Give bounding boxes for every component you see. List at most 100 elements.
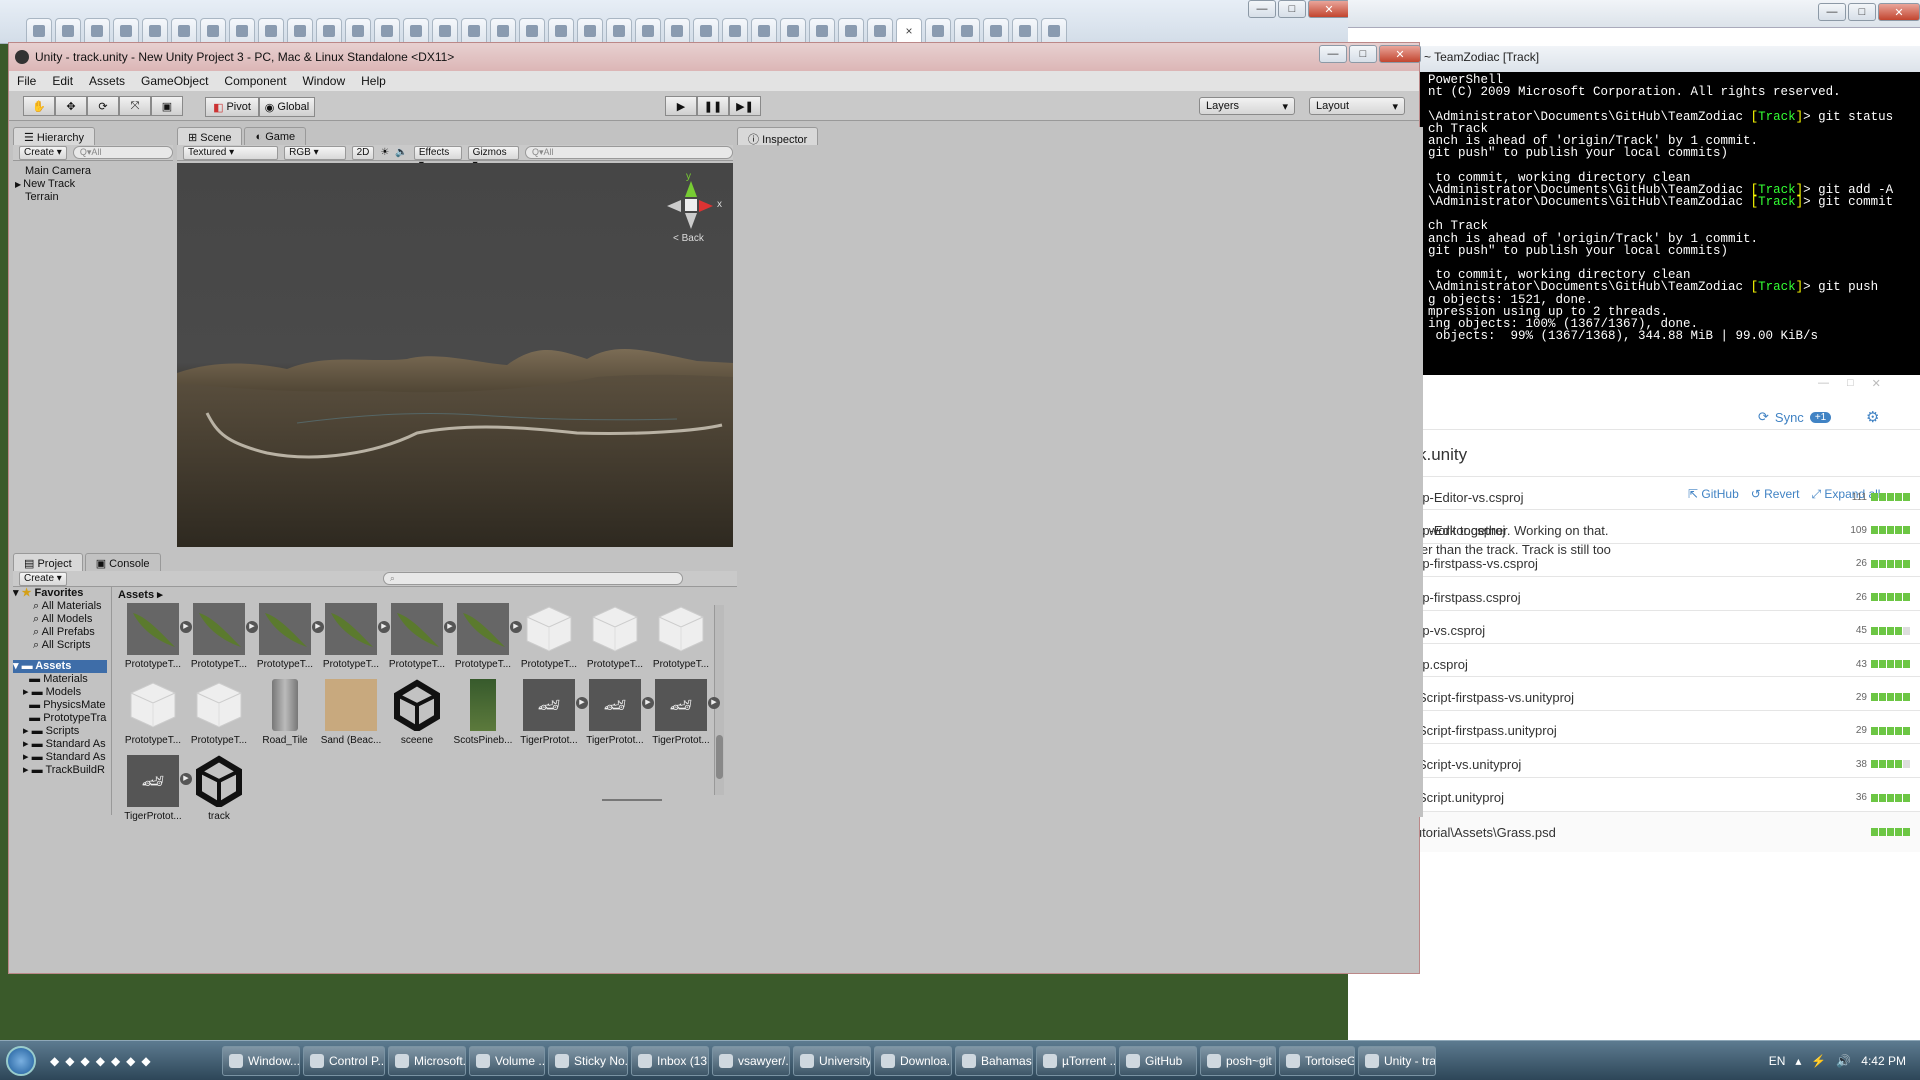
browser-tab[interactable] [490, 18, 516, 42]
folder-item[interactable]: ▸ ▬ TrackBuildR [13, 764, 107, 777]
folder-item[interactable]: ▬ PrototypeTra [13, 712, 107, 725]
menu-window[interactable]: Window [294, 71, 353, 91]
folder-item[interactable]: ▬ PhysicsMate [13, 699, 107, 712]
maximize-icon[interactable]: □ [1349, 45, 1377, 63]
minimize-icon[interactable]: — [1319, 45, 1347, 63]
browser-tab[interactable] [983, 18, 1009, 42]
effects-dropdown[interactable]: Effects ▾ [413, 145, 462, 170]
browser-tab[interactable] [461, 18, 487, 42]
browser-tab[interactable] [432, 18, 458, 42]
asset-item[interactable]: PrototypeT... [186, 679, 252, 755]
hierarchy-search-input[interactable]: Q▾All [72, 146, 173, 159]
browser-tab[interactable] [548, 18, 574, 42]
browser-tab[interactable] [200, 18, 226, 42]
powershell-console[interactable]: PowerShell nt (C) 2009 Microsoft Corporat… [1348, 72, 1920, 375]
lighting-icon[interactable]: ☀ [380, 147, 389, 158]
close-icon[interactable]: ✕ [1878, 3, 1920, 21]
taskbar-item[interactable]: Sticky No... [548, 1045, 628, 1076]
expand-arrow-icon[interactable]: ▸ [23, 738, 32, 750]
asset-item[interactable]: PrototypeT... [582, 603, 648, 679]
minimize-icon[interactable]: — [1818, 377, 1829, 390]
orientation-gizmo[interactable]: y x < Back [667, 171, 727, 244]
quick-launch-icon[interactable]: ◆ [65, 1054, 74, 1068]
browser-tab[interactable]: × [896, 18, 922, 42]
asset-item[interactable]: 🏎 ▶ TigerProtot... [648, 679, 720, 755]
browser-tab[interactable] [55, 18, 81, 42]
browser-tab[interactable] [113, 18, 139, 42]
quick-launch-icon[interactable]: ◆ [96, 1054, 105, 1068]
menu-help[interactable]: Help [353, 71, 394, 91]
minimize-icon[interactable]: — [1248, 0, 1276, 18]
browser-tab[interactable] [809, 18, 835, 42]
channel-dropdown[interactable]: RGB ▾ [284, 145, 346, 160]
gizmos-dropdown[interactable]: Gizmos ▾ [467, 145, 519, 170]
taskbar-item[interactable]: posh~git ... [1200, 1045, 1276, 1076]
asset-item[interactable]: 🏎 ▶ TigerProtot... [582, 679, 654, 755]
assets-node[interactable]: ▾ ▬ Assets [13, 660, 107, 673]
asset-item[interactable]: Road_Tile [252, 679, 318, 755]
browser-tab[interactable] [1041, 18, 1067, 42]
close-icon[interactable]: ✕ [1872, 377, 1881, 390]
asset-item[interactable]: sceene [384, 679, 450, 755]
tray-arrow-icon[interactable]: ▴ [1795, 1054, 1801, 1068]
asset-item[interactable]: ▶ PrototypeT... [120, 603, 192, 679]
hierarchy-item[interactable]: Main Camera [13, 165, 173, 178]
language-indicator[interactable]: EN [1769, 1054, 1786, 1068]
taskbar-item[interactable]: Microsoft... [388, 1045, 466, 1076]
browser-tab[interactable] [867, 18, 893, 42]
expand-arrow-icon[interactable]: ▸ [23, 686, 32, 698]
icon-size-slider[interactable] [602, 799, 662, 805]
close-icon[interactable]: ✕ [1308, 0, 1350, 18]
settings-gear-icon[interactable]: ⚙ [1866, 408, 1879, 426]
expand-arrow-icon[interactable]: ▶ [15, 180, 21, 189]
folder-item[interactable]: ▸ ▬ Standard As [13, 738, 107, 751]
taskbar-item[interactable]: Unity - tra... [1358, 1045, 1436, 1076]
browser-tab[interactable] [606, 18, 632, 42]
browser-tab[interactable] [722, 18, 748, 42]
rect-tool-icon[interactable]: ▣ [151, 96, 183, 116]
browser-tab[interactable] [780, 18, 806, 42]
clock[interactable]: 4:42 PM [1861, 1054, 1906, 1068]
asset-item[interactable]: ▶ PrototypeT... [318, 603, 390, 679]
favorite-item[interactable]: ⌕ All Models [13, 613, 107, 626]
close-icon[interactable]: ✕ [1379, 45, 1421, 63]
expand-arrow-icon[interactable]: ▸ [23, 764, 32, 776]
taskbar-item[interactable]: GitHub [1119, 1045, 1197, 1076]
browser-tab[interactable] [287, 18, 313, 42]
layout-dropdown[interactable]: Layout ▾ [1309, 97, 1405, 115]
favorites-node[interactable]: ▾ ★ Favorites [13, 587, 107, 600]
tab-project[interactable]: ▤ Project [13, 553, 83, 571]
menu-gameobject[interactable]: GameObject [133, 71, 216, 91]
2d-toggle[interactable]: 2D [351, 145, 375, 160]
tab-console[interactable]: ▣ Console [84, 553, 161, 571]
quick-launch-icon[interactable]: ◆ [126, 1054, 135, 1068]
tab-game[interactable]: ◐ Game [244, 127, 307, 145]
browser-tab[interactable] [26, 18, 52, 42]
browser-tab[interactable] [954, 18, 980, 42]
folder-item[interactable]: ▸ ▬ Standard As [13, 751, 107, 764]
tab-inspector[interactable]: ⓘ Inspector [737, 127, 819, 146]
expand-arrow-icon[interactable]: ▸ [23, 725, 32, 737]
maximize-icon[interactable]: □ [1278, 0, 1306, 18]
browser-tab[interactable] [345, 18, 371, 42]
hierarchy-item[interactable]: Terrain [13, 191, 173, 204]
browser-tab[interactable] [229, 18, 255, 42]
browser-tab[interactable] [838, 18, 864, 42]
asset-item[interactable]: 🏎 ▶ TigerProtot... [516, 679, 588, 755]
asset-item[interactable]: PrototypeT... [516, 603, 582, 679]
tab-scene[interactable]: ⊞ Scene [177, 127, 243, 145]
asset-item[interactable]: ▶ PrototypeT... [252, 603, 324, 679]
asset-item[interactable]: Sand (Beac... [318, 679, 384, 755]
asset-item[interactable]: ScotsPineb... [450, 679, 516, 755]
project-search-input[interactable]: ⌕ [382, 572, 683, 585]
menu-edit[interactable]: Edit [44, 71, 81, 91]
asset-item[interactable]: ▶ PrototypeT... [186, 603, 258, 679]
browser-tab[interactable] [84, 18, 110, 42]
step-button[interactable]: ▶❚ [729, 96, 761, 116]
shading-dropdown[interactable]: Textured ▾ [183, 145, 279, 160]
quick-launch-icon[interactable]: ◆ [80, 1054, 89, 1068]
taskbar-item[interactable]: University... [793, 1045, 871, 1076]
scale-tool-icon[interactable]: ⤧ [119, 96, 151, 116]
browser-tab[interactable] [693, 18, 719, 42]
browser-tab[interactable] [403, 18, 429, 42]
